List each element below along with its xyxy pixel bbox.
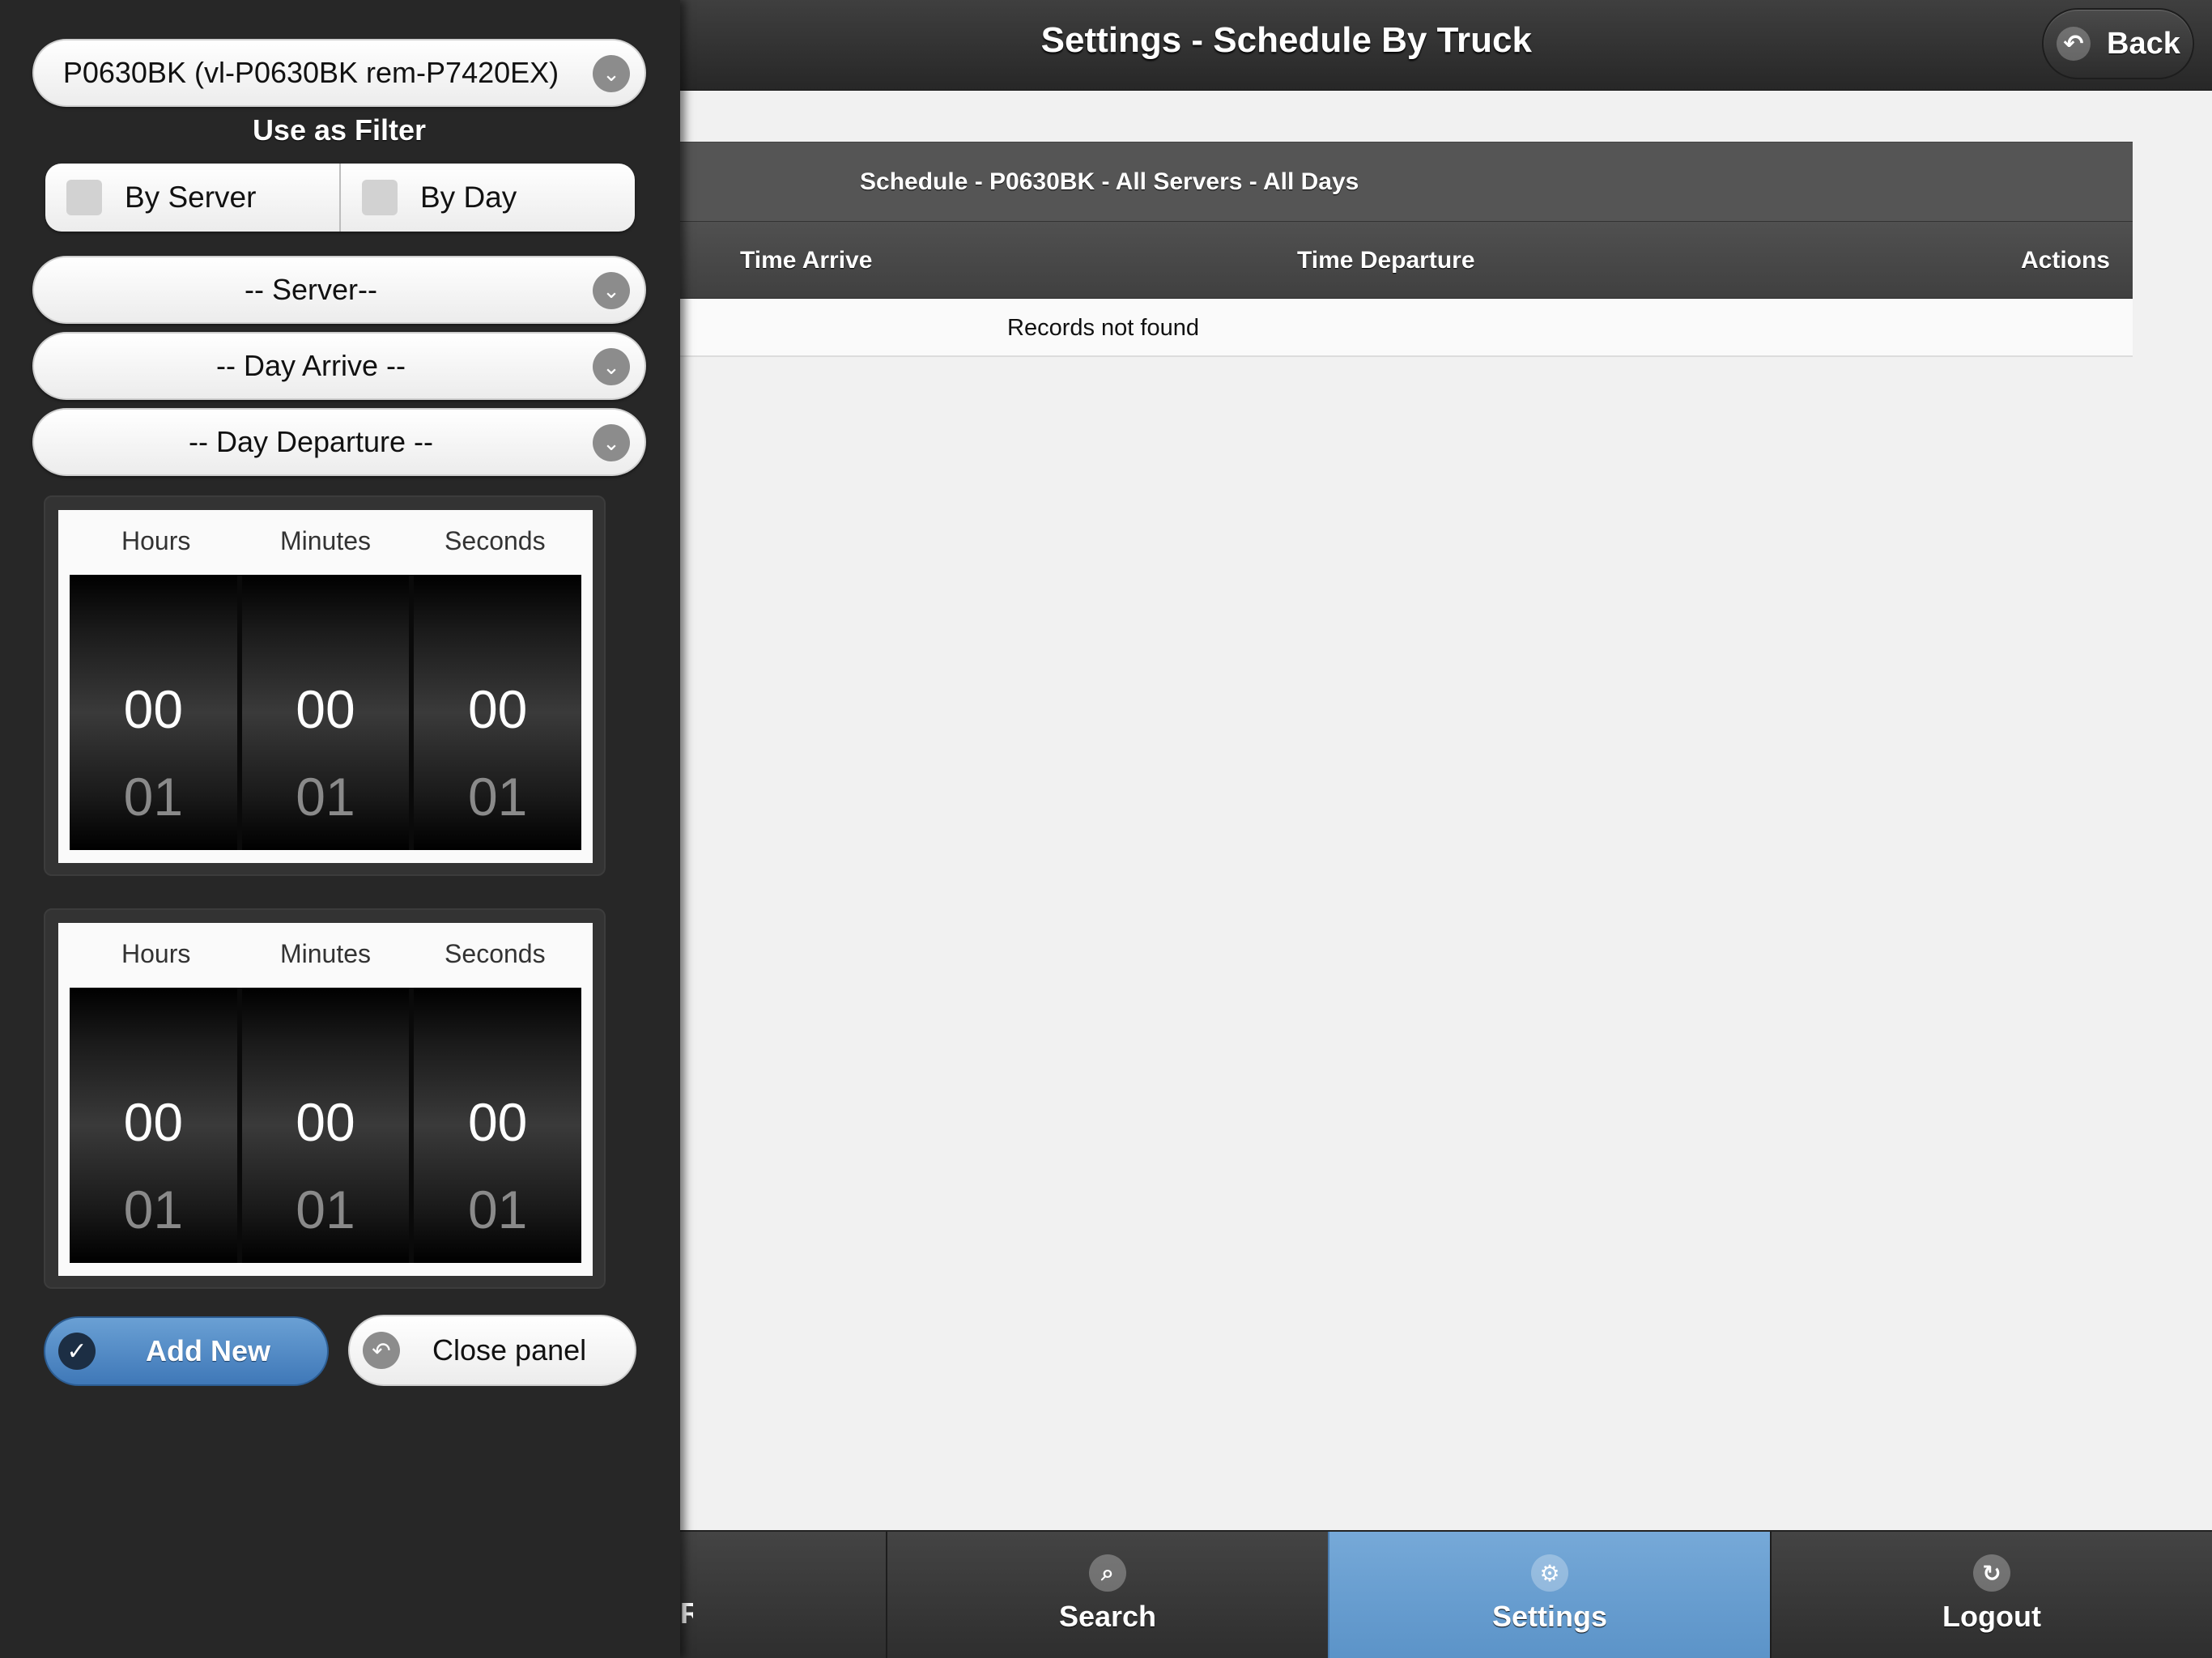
main-content: Schedule - P0630BK - All Servers - All D… bbox=[680, 91, 2212, 1529]
seconds-wheel[interactable]: 00 01 bbox=[414, 988, 582, 1263]
table-caption-text: Schedule - P0630BK - All Servers - All D… bbox=[860, 168, 1359, 195]
server-select-value: -- Server-- bbox=[245, 273, 377, 306]
back-button-label: Back bbox=[2107, 26, 2180, 61]
truck-select[interactable]: P0630BK (vl-P0630BK rem-P7420EX) ⌄ bbox=[32, 39, 646, 107]
hours-value: 00 bbox=[123, 679, 184, 739]
time-picker-body: Hours Minutes Seconds 00 01 00 01 00 01 bbox=[58, 923, 593, 1276]
hours-label: Hours bbox=[121, 526, 191, 555]
day-arrive-select-value: -- Day Arrive -- bbox=[216, 349, 406, 382]
nav-item-settings-label: Settings bbox=[1491, 1600, 1607, 1633]
refresh-icon: ↻ bbox=[1973, 1554, 2010, 1592]
close-panel-button[interactable]: ↶ Close panel bbox=[348, 1315, 636, 1386]
chevron-down-icon: ⌄ bbox=[593, 348, 630, 385]
filter-by-server-label: By Server bbox=[125, 181, 257, 214]
nav-item-search-label: Search bbox=[1058, 1600, 1157, 1633]
back-arrow-icon: ↶ bbox=[2057, 27, 2091, 61]
filter-checkbox-group: By Server By Day bbox=[45, 164, 635, 232]
hours-value: 00 bbox=[123, 1092, 184, 1152]
minutes-value: 00 bbox=[296, 679, 355, 739]
filter-by-server-checkbox[interactable]: By Server bbox=[45, 164, 341, 232]
close-panel-label: Close panel bbox=[432, 1333, 587, 1367]
minutes-next-value: 01 bbox=[296, 767, 355, 827]
time-picker-drums: 00 01 00 01 00 01 bbox=[70, 988, 582, 1263]
nav-item-settings[interactable]: ⚙ Settings bbox=[1328, 1532, 1770, 1658]
day-departure-select-value: -- Day Departure -- bbox=[188, 425, 434, 458]
column-header-time-departure: Time Departure bbox=[1297, 247, 1475, 274]
minutes-label: Minutes bbox=[279, 939, 372, 968]
left-panel: P0630BK (vl-P0630BK rem-P7420EX) ⌄ Use a… bbox=[0, 0, 680, 1658]
day-departure-select[interactable]: -- Day Departure -- ⌄ bbox=[32, 408, 646, 476]
time-picker-labels: Hours Minutes Seconds bbox=[71, 939, 580, 969]
seconds-label: Seconds bbox=[445, 939, 546, 968]
truck-select-value: P0630BK (vl-P0630BK rem-P7420EX) bbox=[62, 56, 559, 89]
seconds-wheel[interactable]: 00 01 bbox=[414, 575, 582, 850]
nav-item-search[interactable]: ⌕ Search bbox=[886, 1532, 1328, 1658]
back-button[interactable]: ↶ Back bbox=[2042, 8, 2194, 79]
minutes-wheel[interactable]: 00 01 bbox=[241, 575, 410, 850]
day-arrive-select[interactable]: -- Day Arrive -- ⌄ bbox=[32, 332, 646, 400]
table-row: Records not found bbox=[680, 299, 2133, 357]
seconds-next-value: 01 bbox=[467, 767, 528, 827]
minutes-label: Minutes bbox=[279, 526, 372, 555]
back-arrow-icon: ↶ bbox=[363, 1332, 400, 1369]
chevron-down-icon: ⌄ bbox=[593, 272, 630, 309]
time-picker-arrive: Hours Minutes Seconds 00 01 00 01 00 01 bbox=[44, 495, 606, 876]
time-picker-labels: Hours Minutes Seconds bbox=[71, 526, 580, 556]
server-select[interactable]: -- Server-- ⌄ bbox=[32, 256, 646, 324]
add-new-label: Add New bbox=[146, 1334, 271, 1367]
page-title: Settings - Schedule By Truck bbox=[1040, 20, 1532, 60]
checkbox-icon bbox=[66, 180, 102, 215]
time-picker-body: Hours Minutes Seconds 00 01 00 01 00 01 bbox=[58, 510, 593, 863]
nav-item-logout[interactable]: ↻ Logout bbox=[1770, 1532, 2212, 1658]
filter-label: Use as Filter bbox=[252, 113, 427, 147]
column-header-time-arrive: Time Arrive bbox=[740, 247, 873, 274]
search-icon: ⌕ bbox=[1089, 1554, 1126, 1592]
hours-wheel[interactable]: 00 01 bbox=[70, 575, 237, 850]
minutes-next-value: 01 bbox=[296, 1180, 355, 1239]
minutes-value: 00 bbox=[296, 1092, 355, 1152]
add-new-button[interactable]: ✓ Add New bbox=[44, 1316, 329, 1386]
header-bar: Settings - Schedule By Truck ↶ Back bbox=[680, 0, 2212, 91]
checkbox-icon bbox=[362, 180, 398, 215]
time-picker-departure: Hours Minutes Seconds 00 01 00 01 00 01 bbox=[44, 908, 606, 1289]
bottom-nav: R ⌕ Search ⚙ Settings ↻ Logout bbox=[680, 1530, 2212, 1658]
hours-wheel[interactable]: 00 01 bbox=[70, 988, 237, 1263]
nav-item-partial-label: R bbox=[680, 1596, 693, 1630]
time-picker-drums: 00 01 00 01 00 01 bbox=[70, 575, 582, 850]
seconds-label: Seconds bbox=[445, 526, 546, 555]
table-header: Time Arrive Time Departure Actions bbox=[680, 221, 2133, 299]
minutes-wheel[interactable]: 00 01 bbox=[241, 988, 410, 1263]
chevron-down-icon: ⌄ bbox=[593, 424, 630, 461]
column-header-actions: Actions bbox=[2020, 247, 2110, 274]
filter-by-day-checkbox[interactable]: By Day bbox=[341, 164, 635, 232]
seconds-value: 00 bbox=[467, 1092, 528, 1152]
hours-next-value: 01 bbox=[123, 1180, 184, 1239]
seconds-next-value: 01 bbox=[467, 1180, 528, 1239]
hours-label: Hours bbox=[121, 939, 191, 968]
check-icon: ✓ bbox=[58, 1333, 96, 1370]
chevron-down-icon: ⌄ bbox=[593, 55, 630, 92]
nav-item-logout-label: Logout bbox=[1942, 1600, 2041, 1633]
gear-icon: ⚙ bbox=[1531, 1554, 1568, 1592]
empty-message: Records not found bbox=[1007, 315, 1199, 341]
hours-next-value: 01 bbox=[123, 767, 184, 827]
table-caption: Schedule - P0630BK - All Servers - All D… bbox=[680, 142, 2133, 221]
seconds-value: 00 bbox=[467, 679, 528, 739]
filter-by-day-label: By Day bbox=[420, 181, 517, 214]
